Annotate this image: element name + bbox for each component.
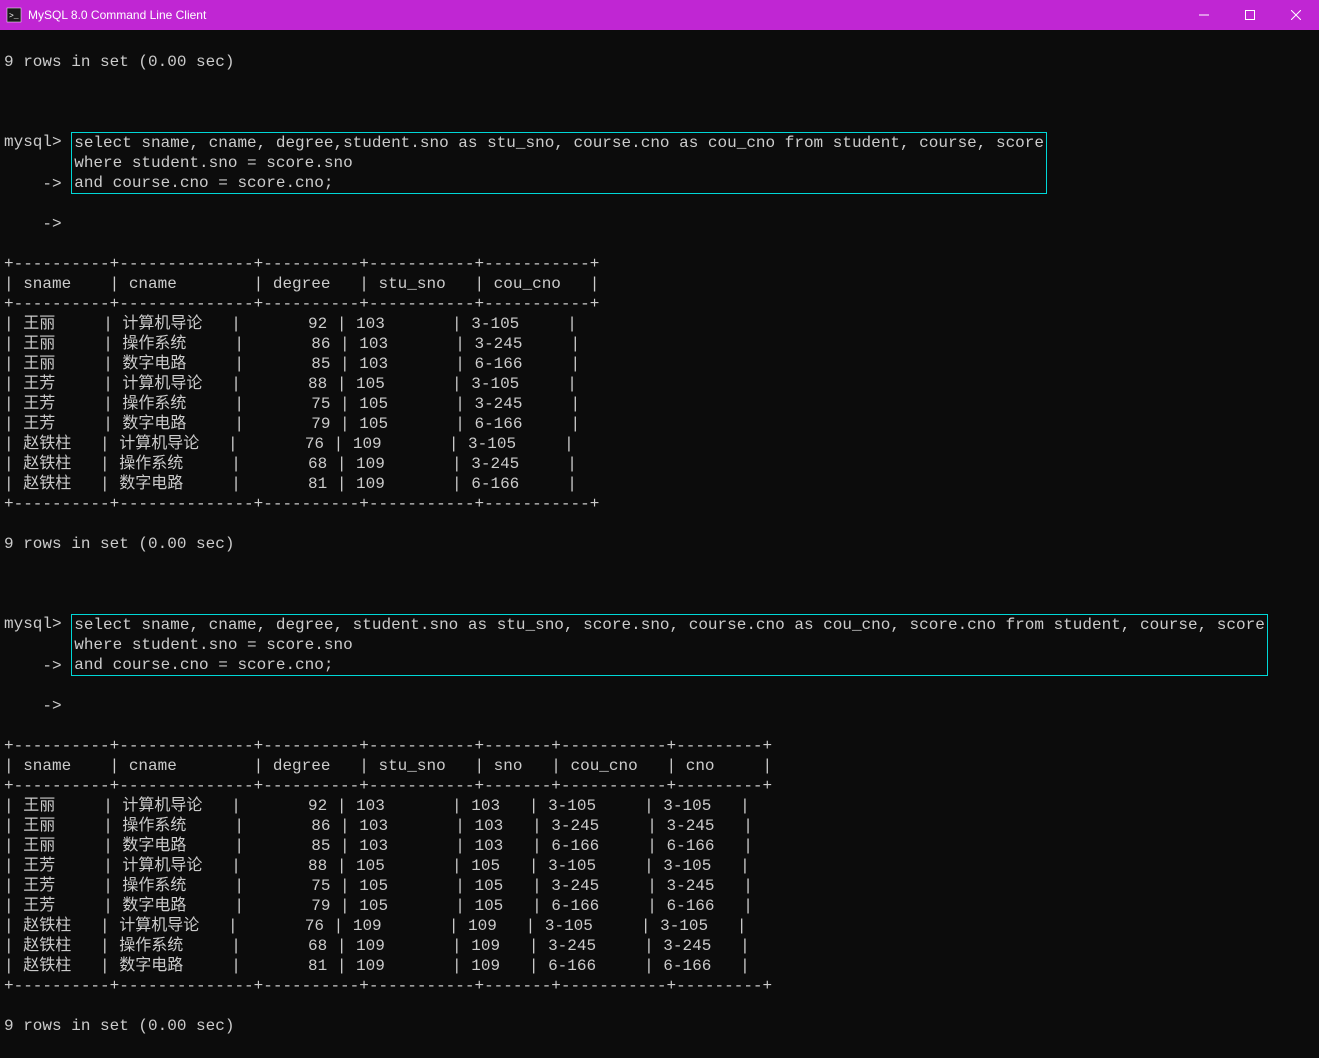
blank-line bbox=[4, 574, 1315, 594]
mysql-prompt: mysql> bbox=[4, 133, 62, 151]
query-text: and course.cno = score.cno; bbox=[74, 174, 333, 192]
status-line: 9 rows in set (0.00 sec) bbox=[4, 1016, 1315, 1036]
svg-text:>_: >_ bbox=[9, 12, 19, 21]
maximize-button[interactable] bbox=[1227, 0, 1273, 30]
query-highlight-box: select sname, cname, degree, student.sno… bbox=[71, 614, 1268, 676]
result-table-2: +----------+--------------+----------+--… bbox=[4, 736, 1315, 996]
query-text: select sname, cname, degree,student.sno … bbox=[74, 134, 1044, 152]
query-text: where student.sno = score.sno bbox=[74, 154, 352, 172]
status-line: 9 rows in set (0.00 sec) bbox=[4, 52, 1315, 72]
continuation-prompt: -> bbox=[4, 214, 1315, 234]
query-highlight-box: select sname, cname, degree,student.sno … bbox=[71, 132, 1047, 194]
blank-line bbox=[4, 92, 1315, 112]
close-button[interactable] bbox=[1273, 0, 1319, 30]
mysql-prompt: mysql> bbox=[4, 615, 62, 633]
result-table-1: +----------+--------------+----------+--… bbox=[4, 254, 1315, 514]
query-text: and course.cno = score.cno; bbox=[74, 656, 333, 674]
continuation-prompt: -> bbox=[4, 696, 1315, 716]
terminal-output[interactable]: 9 rows in set (0.00 sec) mysql> select s… bbox=[0, 30, 1319, 1058]
minimize-button[interactable] bbox=[1181, 0, 1227, 30]
query-line: mysql> select sname, cname, degree, stud… bbox=[4, 614, 1315, 676]
window-controls bbox=[1181, 0, 1319, 30]
query-text: select sname, cname, degree, student.sno… bbox=[74, 616, 1265, 634]
window-titlebar: >_ MySQL 8.0 Command Line Client bbox=[0, 0, 1319, 30]
status-line: 9 rows in set (0.00 sec) bbox=[4, 534, 1315, 554]
window-title: MySQL 8.0 Command Line Client bbox=[28, 5, 1181, 25]
query-text: where student.sno = score.sno bbox=[74, 636, 352, 654]
app-icon: >_ bbox=[6, 7, 22, 23]
